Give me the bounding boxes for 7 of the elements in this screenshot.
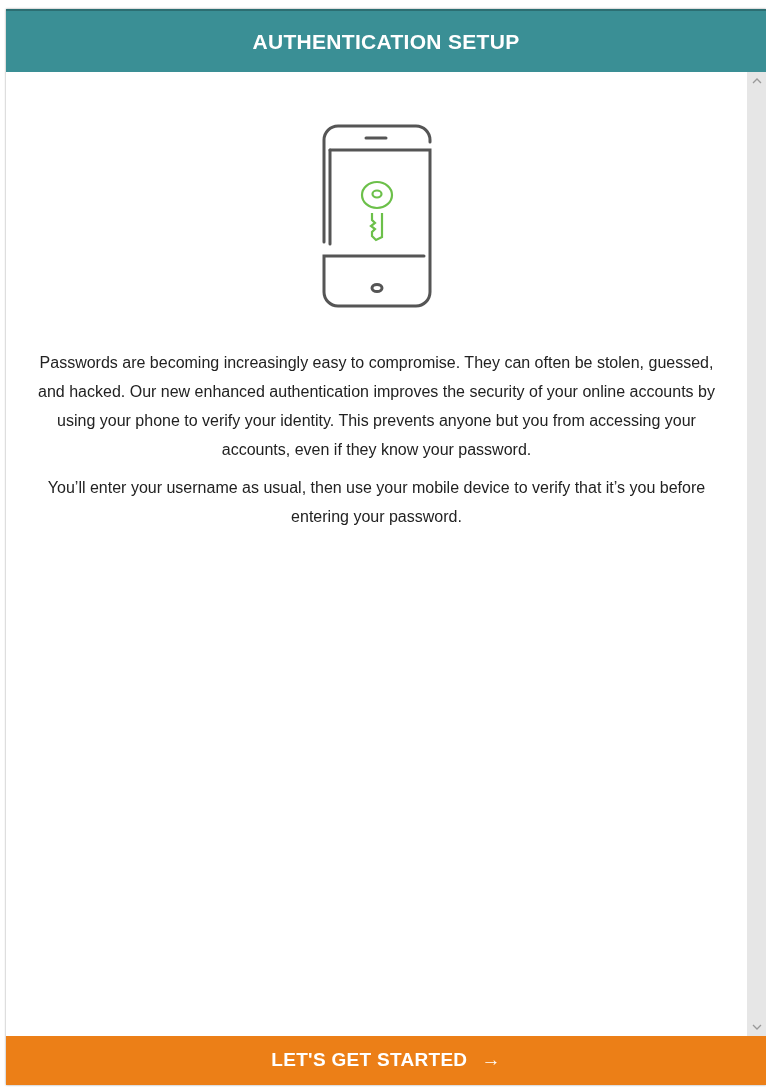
header-title: AUTHENTICATION SETUP [252,28,520,55]
chevron-up-icon[interactable] [751,78,762,84]
body-paragraph: You’ll enter your username as usual, then use your mobile device to verify that it’s you before entering your password. [46,478,707,527]
body-paragraph: Passwords are becoming increasingly easy to compromise. They can often be stolen, guessed, and hacked. Our new enhanced authentication improves the security of your online accounts by using your phone to verify your identity. This prevents anyone but you from accessing your accounts, even if they know your password. [37,353,716,460]
scrollbar[interactable] [747,72,766,1036]
chevron-down-icon[interactable] [751,1024,762,1030]
get-started-button[interactable]: LET'S GET STARTED → [6,1036,766,1085]
